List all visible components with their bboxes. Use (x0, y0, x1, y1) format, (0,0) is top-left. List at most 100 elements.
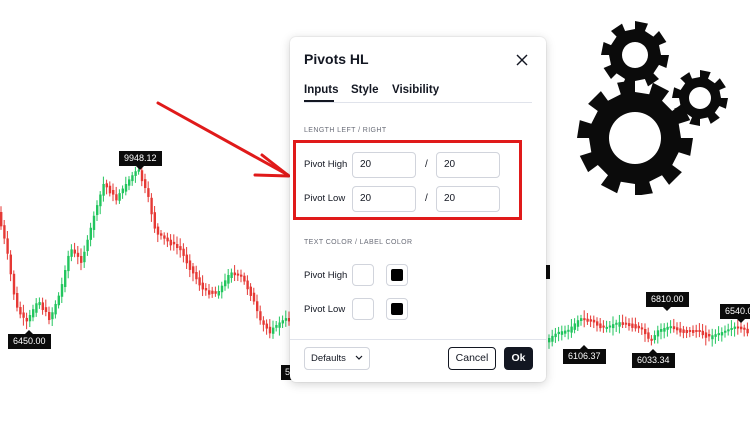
candle-body (16, 293, 19, 308)
candle-body (724, 330, 727, 333)
candle-body (268, 326, 272, 334)
candle-body (44, 307, 48, 313)
pivot-label-low: 6450.00 (8, 330, 51, 349)
candle-body (682, 329, 685, 333)
candle-body (647, 332, 650, 339)
candle-body (688, 330, 692, 332)
candle-body (644, 329, 647, 335)
candle-body (695, 330, 698, 332)
pivot-label-low: 6106.37 (563, 345, 606, 364)
annotation-arrow (156, 101, 291, 178)
section-title-colors: TEXT COLOR / LABEL COLOR (304, 239, 413, 246)
candle-body (570, 326, 573, 333)
candle-body (666, 326, 669, 330)
candle-body (118, 193, 121, 201)
candle-body (605, 326, 608, 329)
candle-body (564, 330, 567, 334)
pivot-high-label-color-swatch[interactable] (386, 264, 408, 286)
candle-body (12, 273, 16, 295)
candle-body (204, 288, 208, 291)
pivot-low-color-label: Pivot Low (304, 304, 346, 315)
candle-body (217, 291, 220, 296)
tab-divider (304, 102, 532, 103)
candle-body (0, 212, 3, 227)
active-tab-indicator (304, 100, 334, 102)
candle-body (140, 170, 144, 182)
candle-body (704, 332, 708, 338)
cancel-button[interactable]: Cancel (448, 347, 496, 370)
candle-body (76, 252, 80, 257)
tab-style[interactable]: Style (351, 84, 379, 96)
color-fill (357, 303, 369, 315)
candle-body (624, 322, 628, 325)
candle-body (48, 312, 51, 321)
candle-body (19, 307, 22, 315)
candle-body (86, 239, 89, 252)
candle-body (96, 205, 99, 216)
gear-shape (601, 21, 669, 89)
candle-body (80, 256, 83, 263)
candle-body (198, 277, 201, 286)
candle-body (717, 333, 720, 336)
candle-body (51, 312, 54, 320)
candle-body (195, 272, 198, 280)
candle-body (224, 280, 227, 287)
candle-body (576, 320, 580, 327)
candle-body (201, 282, 204, 290)
candle-body (6, 238, 9, 254)
pivot-label-high: 6810.00 (646, 292, 689, 311)
candle-body (634, 324, 637, 329)
color-fill (357, 269, 369, 281)
candle-body (32, 309, 35, 318)
candle-body (185, 254, 188, 264)
candle-body (131, 175, 134, 182)
close-icon[interactable] (512, 50, 532, 70)
candle-body (628, 323, 631, 327)
candle-body (708, 334, 711, 337)
candle-body (105, 183, 108, 188)
candle-body (586, 318, 589, 322)
candle-body (281, 320, 284, 324)
candle-body (740, 326, 743, 330)
candle-body (246, 280, 249, 290)
candle-body (182, 248, 185, 256)
candle-body (720, 332, 724, 336)
pivot-low-label-color-swatch[interactable] (386, 298, 408, 320)
pivot-high-color-label: Pivot High (304, 270, 348, 281)
dialog-title: Pivots HL (304, 51, 369, 67)
color-fill (391, 269, 403, 281)
candle-body (265, 323, 268, 329)
candle-body (89, 227, 92, 240)
candle-body (214, 291, 217, 294)
candle-body (54, 303, 57, 315)
candle-body (166, 237, 169, 242)
candle-body (115, 194, 118, 201)
candle-body (589, 319, 592, 322)
candle-body (730, 327, 733, 330)
gears-icon (577, 21, 728, 195)
candle-body (592, 319, 596, 323)
candle-body (650, 338, 653, 341)
tab-visibility[interactable]: Visibility (392, 84, 439, 96)
candle-body (551, 335, 554, 342)
candle-body (669, 326, 672, 329)
candle-body (548, 338, 551, 343)
pivot-low-text-color-swatch[interactable] (352, 298, 374, 320)
candle-body (596, 321, 599, 326)
candle-body (583, 318, 586, 321)
candle-body (108, 185, 112, 194)
candle-body (637, 325, 640, 329)
ok-button[interactable]: Ok (504, 347, 533, 370)
defaults-dropdown[interactable]: Defaults (304, 347, 370, 370)
candle-body (240, 274, 243, 277)
candle-body (701, 330, 704, 336)
candle-body (567, 329, 570, 332)
candle-body (653, 335, 656, 341)
candle-body (259, 311, 262, 321)
candle-body (156, 226, 160, 235)
candle-body (580, 318, 583, 321)
tab-inputs[interactable]: Inputs (304, 84, 339, 96)
defaults-label: Defaults (311, 353, 346, 364)
candle-body (128, 179, 131, 186)
pivot-high-text-color-swatch[interactable] (352, 264, 374, 286)
